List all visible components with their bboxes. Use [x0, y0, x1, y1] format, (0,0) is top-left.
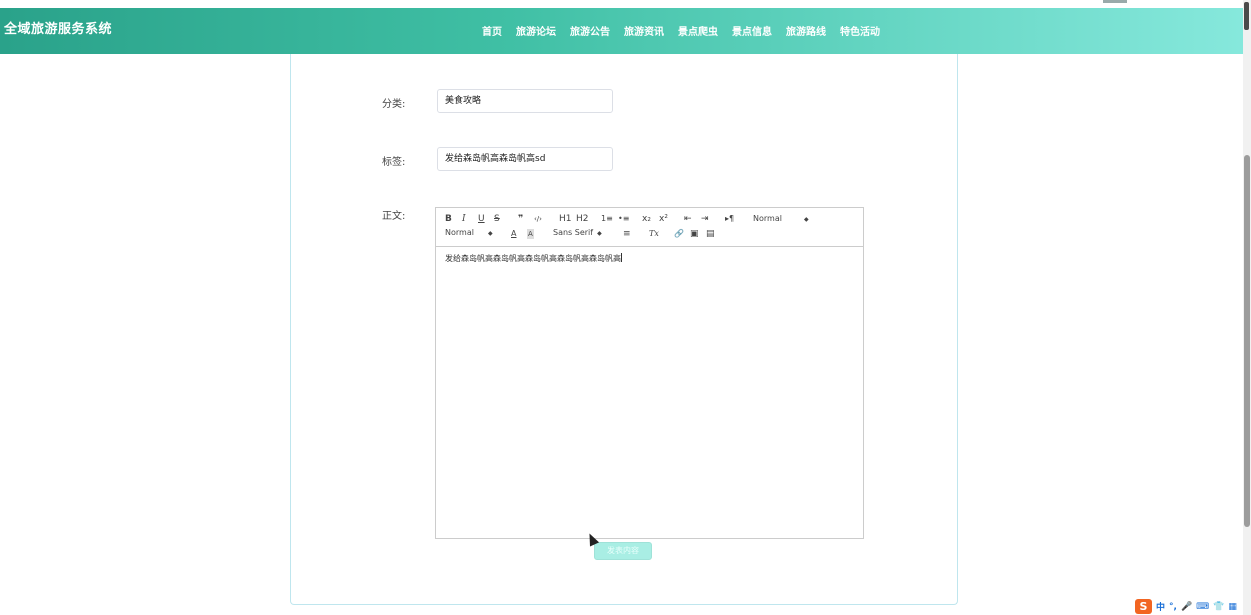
- editor-toolbar: B I U S ❞ ‹/› H1 H2 1≡ •≡ x₂ x² ⇤ ⇥ ▸¶ N…: [436, 208, 863, 247]
- language-toggle[interactable]: 中: [1156, 600, 1165, 613]
- nav-routes[interactable]: 旅游路线: [786, 23, 826, 38]
- ime-tray: S 中 °, 🎤 ⌨ 👕 ▦: [1133, 598, 1237, 615]
- bullet-list-button[interactable]: •≡: [618, 214, 629, 224]
- nav-news[interactable]: 旅游资讯: [624, 23, 664, 38]
- nav-notice[interactable]: 旅游公告: [570, 23, 610, 38]
- editor-content[interactable]: 发给森岛帆高森岛帆高森岛帆高森岛帆高森岛帆高: [445, 253, 622, 264]
- font-picker-arrow-icon: ◆: [597, 230, 602, 237]
- content-label: 正文:: [382, 211, 406, 222]
- header-picker-arrow-icon: ◆: [803, 216, 809, 223]
- site-brand[interactable]: 全域旅游服务系统: [4, 18, 112, 37]
- header-picker[interactable]: Normal ◆: [753, 214, 809, 223]
- microphone-icon[interactable]: 🎤: [1181, 602, 1192, 612]
- align-button[interactable]: ≡: [623, 229, 631, 239]
- font-picker-label: Sans Serif: [553, 228, 594, 237]
- rich-text-editor: B I U S ❞ ‹/› H1 H2 1≡ •≡ x₂ x² ⇤ ⇥ ▸¶ N…: [435, 207, 864, 539]
- size-picker[interactable]: Normal ◆: [445, 228, 493, 237]
- tag-field[interactable]: 发给森岛帆高森岛帆高sd: [437, 147, 613, 171]
- image-icon[interactable]: ▣: [690, 229, 699, 239]
- italic-button[interactable]: I: [462, 214, 466, 224]
- code-block-button[interactable]: ‹/›: [534, 214, 542, 224]
- top-strip-mark: [1103, 0, 1127, 3]
- h1-button[interactable]: H1: [559, 214, 572, 224]
- skin-icon[interactable]: 👕: [1213, 602, 1224, 612]
- subscript-button[interactable]: x₂: [642, 214, 651, 224]
- nav-spots[interactable]: 景点信息: [732, 23, 772, 38]
- underline-button[interactable]: U: [478, 214, 485, 224]
- font-picker[interactable]: Sans Serif ◆: [553, 228, 602, 237]
- superscript-button[interactable]: x²: [659, 214, 668, 224]
- category-label: 分类:: [382, 99, 406, 110]
- scrollbar-top-marker: [1244, 2, 1249, 30]
- sogou-ime-icon[interactable]: S: [1135, 599, 1152, 614]
- link-icon[interactable]: 🔗: [674, 229, 684, 239]
- site-header: 全域旅游服务系统 首页 旅游论坛 旅游公告 旅游资讯 景点爬虫 景点信息 旅游路…: [0, 8, 1243, 54]
- font-color-button[interactable]: A: [511, 229, 516, 239]
- size-picker-arrow-icon: ◆: [487, 230, 493, 237]
- size-picker-label: Normal: [445, 228, 474, 237]
- scrollbar-thumb[interactable]: [1244, 155, 1250, 527]
- strike-button[interactable]: S: [494, 214, 500, 224]
- indent-button[interactable]: ⇥: [701, 214, 709, 224]
- ordered-list-button[interactable]: 1≡: [601, 214, 613, 224]
- category-field[interactable]: 美食攻略: [437, 89, 613, 113]
- background-color-button[interactable]: A: [527, 229, 534, 239]
- submit-button[interactable]: 发表内容: [594, 542, 652, 560]
- nav-home[interactable]: 首页: [482, 23, 502, 38]
- video-icon[interactable]: ▤: [706, 229, 715, 239]
- header-picker-label: Normal: [753, 214, 782, 223]
- editor-text: 发给森岛帆高森岛帆高森岛帆高森岛帆高森岛帆高: [445, 254, 621, 263]
- punctuation-toggle[interactable]: °,: [1169, 602, 1177, 612]
- nav-crawler[interactable]: 景点爬虫: [678, 23, 718, 38]
- keyboard-icon[interactable]: ⌨: [1196, 602, 1209, 612]
- text-direction-button[interactable]: ▸¶: [725, 214, 734, 224]
- tray-menu-icon[interactable]: ▦: [1228, 602, 1237, 612]
- clean-format-button[interactable]: Tx: [649, 229, 659, 239]
- h2-button[interactable]: H2: [576, 214, 589, 224]
- blockquote-button[interactable]: ❞: [518, 214, 523, 224]
- main-nav: 首页 旅游论坛 旅游公告 旅游资讯 景点爬虫 景点信息 旅游路线 特色活动: [482, 23, 894, 38]
- outdent-button[interactable]: ⇤: [684, 214, 692, 224]
- nav-activities[interactable]: 特色活动: [840, 23, 880, 38]
- text-caret: [621, 253, 622, 262]
- tag-label: 标签:: [382, 157, 406, 168]
- top-strip: [0, 0, 1243, 8]
- bold-button[interactable]: B: [445, 214, 452, 224]
- nav-forum[interactable]: 旅游论坛: [516, 23, 556, 38]
